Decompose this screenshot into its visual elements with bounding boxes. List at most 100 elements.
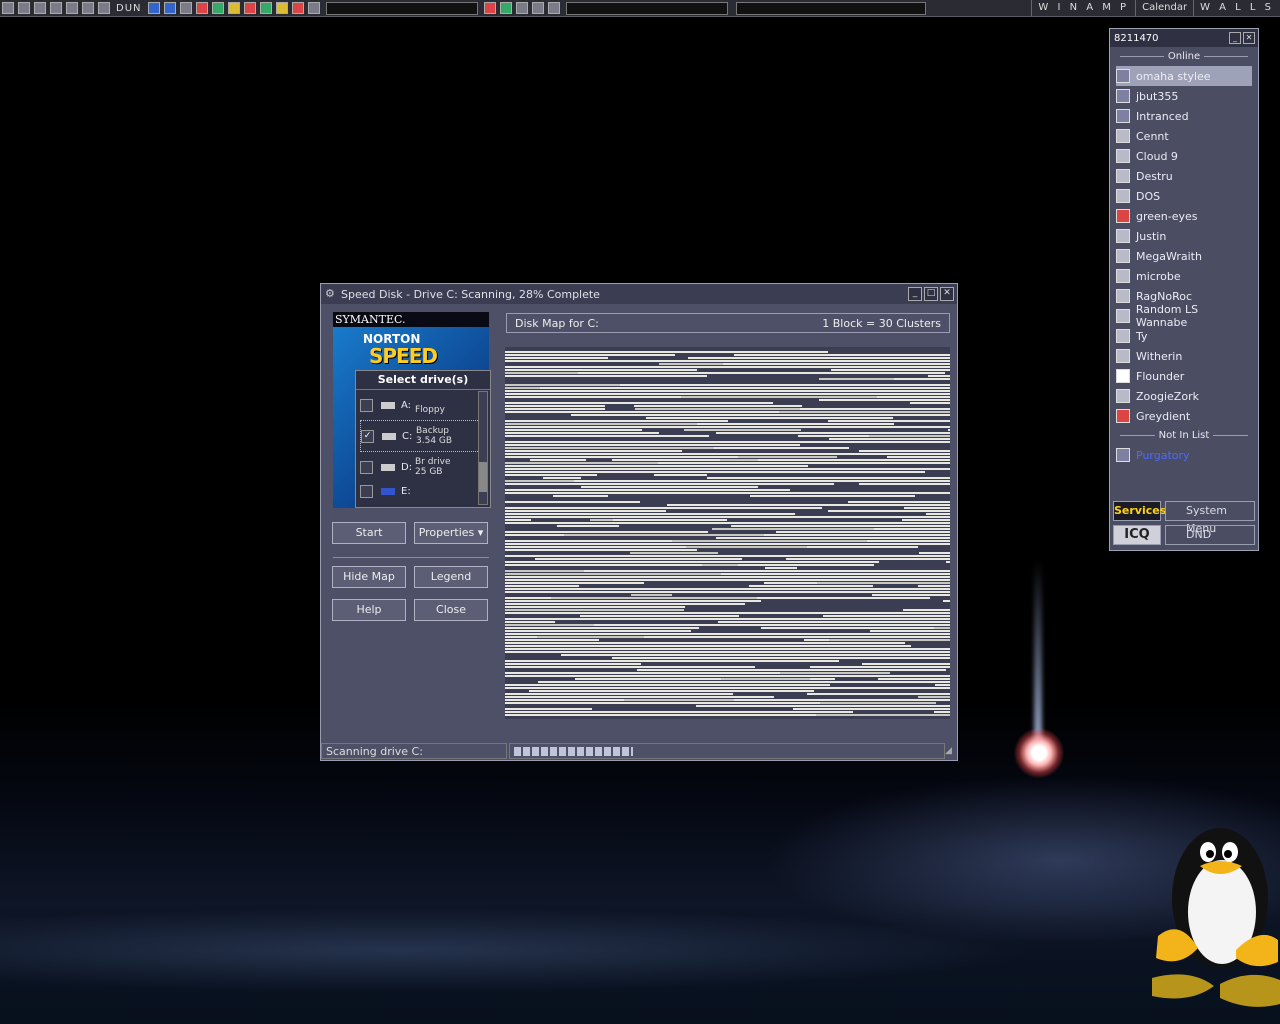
start-button[interactable]: Start: [332, 522, 406, 544]
hand-icon[interactable]: [98, 2, 110, 14]
disk-block: [712, 528, 874, 530]
disk-block: [657, 684, 690, 686]
minimize-button[interactable]: _: [1229, 32, 1241, 44]
contact-name: microbe: [1136, 269, 1181, 283]
drive-e[interactable]: E:: [360, 482, 486, 500]
symantec-logo: SYMANTEC.: [333, 312, 489, 327]
tray-icon[interactable]: [499, 2, 512, 14]
icq-logo-button[interactable]: ICQ: [1113, 525, 1161, 545]
hide-map-button[interactable]: Hide Map: [332, 566, 406, 588]
disk-block: [734, 699, 919, 701]
tool-icon[interactable]: [195, 2, 208, 14]
tool-icon[interactable]: [307, 2, 320, 14]
disk-block: [791, 543, 906, 545]
properties-button[interactable]: Properties ▾: [414, 522, 488, 544]
tool-icon[interactable]: [211, 2, 224, 14]
ie-icon[interactable]: [163, 2, 176, 14]
triangle-icon[interactable]: [2, 2, 14, 14]
disk-block: [560, 465, 739, 467]
contact-item[interactable]: Destru: [1116, 166, 1252, 186]
minimize-button[interactable]: _: [908, 287, 922, 301]
disk-block: [505, 516, 689, 518]
tool-icon[interactable]: [275, 2, 288, 14]
window-titlebar[interactable]: ⚙ Speed Disk - Drive C: Scanning, 28% Co…: [321, 284, 957, 304]
contact-item[interactable]: Random LS Wannabe: [1116, 303, 1252, 329]
disk-block: [505, 687, 634, 689]
folder-icon[interactable]: [547, 2, 560, 14]
winamp-button[interactable]: W I N A M P: [1031, 0, 1135, 16]
contact-item[interactable]: Cloud 9: [1116, 146, 1252, 166]
dnd-status-button[interactable]: DND: [1165, 525, 1255, 545]
resize-grip-icon[interactable]: ◢: [945, 746, 957, 756]
contact-item[interactable]: Ty: [1116, 326, 1252, 346]
tray-icon[interactable]: [483, 2, 496, 14]
close-window-button[interactable]: ✕: [1243, 32, 1255, 44]
dun-label[interactable]: DUN: [112, 3, 146, 14]
disk-block: [878, 384, 950, 386]
disk-block: [782, 612, 912, 614]
folder-icon[interactable]: [531, 2, 544, 14]
disk-block: [618, 600, 761, 602]
drive-checkbox[interactable]: [360, 398, 373, 412]
globe-icon[interactable]: [82, 2, 94, 14]
scrollbar-thumb[interactable]: [479, 462, 487, 492]
walls-button[interactable]: W A L L S: [1193, 0, 1280, 16]
arrow-icon[interactable]: [66, 2, 78, 14]
disk-block: [902, 519, 950, 521]
drive-checkbox[interactable]: [360, 484, 373, 498]
system-menu-button[interactable]: System Menu: [1165, 501, 1255, 535]
contact-item[interactable]: DOS: [1116, 186, 1252, 206]
drive-checkbox[interactable]: ✓: [361, 429, 374, 443]
disk-block: [754, 642, 905, 644]
close-button[interactable]: Close: [414, 599, 488, 621]
drive-d[interactable]: D: Br drive 25 GB: [360, 452, 486, 482]
services-button[interactable]: Services: [1113, 501, 1166, 521]
pen-icon[interactable]: [18, 2, 30, 14]
disk-block: [557, 651, 654, 653]
contact-item[interactable]: Purgatory: [1116, 445, 1252, 465]
browser-icon[interactable]: [147, 2, 160, 14]
drive-c[interactable]: ✓ C: Backup 3.54 GB: [360, 420, 486, 452]
task-field[interactable]: [325, 1, 478, 15]
contact-item[interactable]: Flounder: [1116, 366, 1252, 386]
run-field[interactable]: [735, 1, 926, 15]
tool-icon[interactable]: [227, 2, 240, 14]
disk-block: [738, 564, 874, 566]
contact-item[interactable]: ZoogieZork: [1116, 386, 1252, 406]
window-icon[interactable]: [50, 2, 62, 14]
close-window-button[interactable]: ✕: [940, 287, 954, 301]
legend-button[interactable]: Legend: [414, 566, 488, 588]
icq-titlebar[interactable]: 8211470 _ ✕: [1110, 29, 1258, 47]
disk-block: [927, 453, 950, 455]
tool-icon[interactable]: [243, 2, 256, 14]
help-button[interactable]: Help: [332, 599, 406, 621]
disk-block: [505, 648, 622, 650]
tool-icon[interactable]: [291, 2, 304, 14]
checklist-icon[interactable]: [34, 2, 46, 14]
address-field[interactable]: [565, 1, 728, 15]
contact-item[interactable]: Justin: [1116, 226, 1252, 246]
disk-block: [734, 507, 822, 509]
contact-item[interactable]: green-eyes: [1116, 206, 1252, 226]
maximize-button[interactable]: □: [924, 287, 938, 301]
disk-block: [505, 651, 557, 653]
contact-item[interactable]: microbe: [1116, 266, 1252, 286]
tool-icon[interactable]: [259, 2, 272, 14]
app-icon[interactable]: [179, 2, 192, 14]
tray-icon[interactable]: [515, 2, 528, 14]
disk-block: [538, 681, 749, 683]
contact-item[interactable]: Witherin: [1116, 346, 1252, 366]
drive-list-scrollbar[interactable]: [478, 391, 488, 505]
calendar-button[interactable]: Calendar: [1135, 0, 1193, 16]
disk-block: [676, 480, 870, 482]
contact-item[interactable]: MegaWraith: [1116, 246, 1252, 266]
drive-a[interactable]: A: Floppy: [360, 390, 486, 420]
drive-checkbox[interactable]: [360, 460, 373, 474]
contact-item[interactable]: omaha stylee: [1116, 66, 1252, 86]
contact-item[interactable]: Intranced: [1116, 106, 1252, 126]
disk-block: [807, 417, 893, 419]
contact-item[interactable]: Cennt: [1116, 126, 1252, 146]
contact-item[interactable]: jbut355: [1116, 86, 1252, 106]
disk-block: [733, 657, 821, 659]
contact-item[interactable]: Greydient: [1116, 406, 1252, 426]
